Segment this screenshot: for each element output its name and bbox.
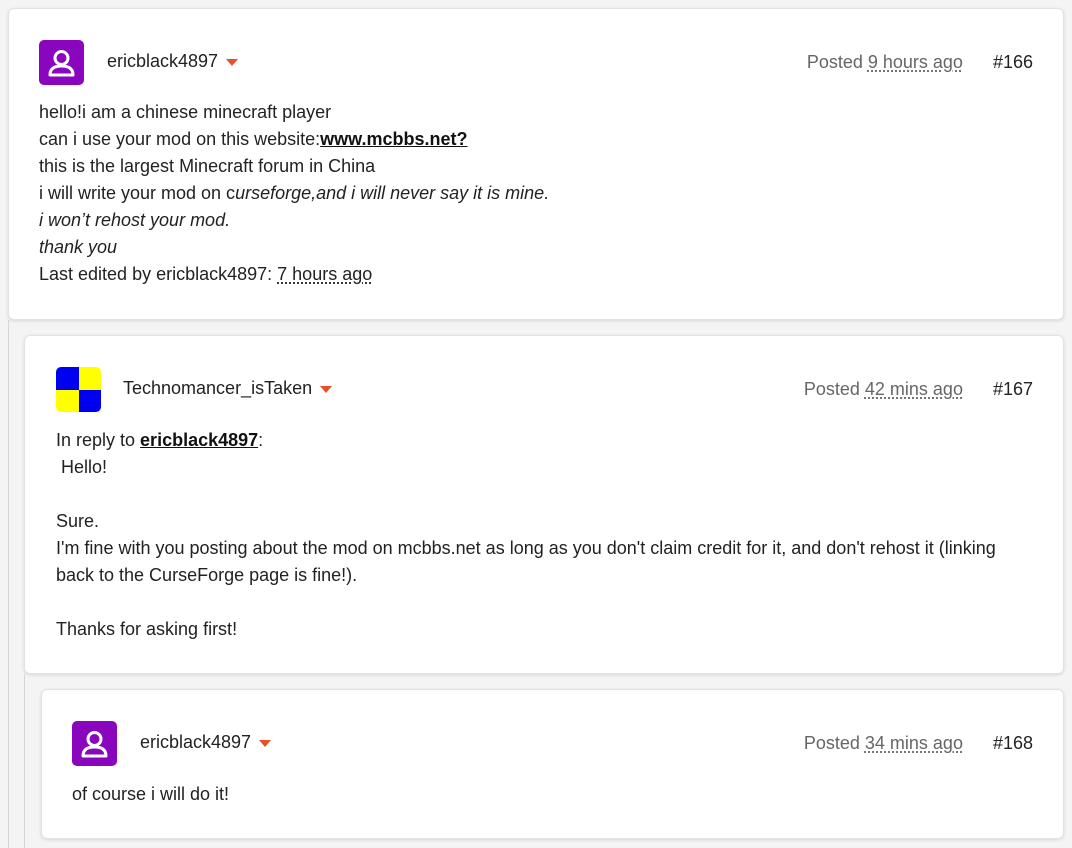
body-line: back to the CurseForge page is fine!).	[56, 565, 358, 585]
posted-ago[interactable]: 42 mins ago	[865, 379, 963, 399]
user-avatar-icon[interactable]	[39, 40, 84, 85]
avatar-quadrant	[78, 389, 101, 412]
posted-time: Posted 9 hours ago	[807, 52, 963, 73]
body-line: this is the largest Minecraft forum in C…	[39, 156, 376, 176]
caret-down-icon[interactable]	[226, 59, 239, 66]
avatar-quadrant	[78, 367, 101, 390]
user-avatar-icon[interactable]	[56, 367, 101, 412]
reply-reference: In reply to ericblack4897:	[56, 427, 1046, 454]
body-line: hello!i am a chinese minecraft player	[39, 102, 332, 122]
posted-ago[interactable]: 9 hours ago	[868, 52, 963, 72]
edited-ago[interactable]: 7 hours ago	[277, 264, 372, 284]
posted-label: Posted	[806, 52, 863, 72]
body-line: i will write your mod on curseforge,and …	[39, 180, 549, 207]
mcbbs-link[interactable]: www.mcbbs.net?	[320, 129, 467, 149]
caret-down-icon[interactable]	[259, 740, 272, 747]
post-meta: Posted 34 mins ago #168	[804, 733, 1033, 754]
post-meta: Posted 9 hours ago #166	[807, 52, 1033, 73]
body-line: I'm fine with you posting about the mod …	[56, 538, 996, 558]
edited-prefix: Last edited by ericblack4897:	[39, 264, 278, 284]
post-meta: Posted 42 mins ago #167	[804, 379, 1033, 400]
post-body: In reply to ericblack4897: Hello! Sure. …	[56, 427, 1046, 643]
posted-ago[interactable]: 34 mins ago	[865, 733, 963, 753]
reply-prefix: In reply to	[56, 430, 141, 450]
body-line: Sure.	[56, 511, 100, 531]
comment-167: Technomancer_isTaken Posted 42 mins ago …	[24, 335, 1064, 674]
comment-166: ericblack4897 Posted 9 hours ago #166 he…	[8, 8, 1064, 320]
posted-time: Posted 42 mins ago	[804, 379, 963, 400]
body-line: Hello!	[56, 457, 108, 477]
post-number-link[interactable]: #168	[993, 733, 1033, 754]
thread-line-nested	[24, 674, 25, 848]
post-number-link[interactable]: #167	[993, 379, 1033, 400]
body-text: i will write your mod on c	[39, 183, 236, 203]
posted-time: Posted 34 mins ago	[804, 733, 963, 754]
user-avatar-icon[interactable]	[72, 721, 117, 766]
caret-down-icon[interactable]	[320, 386, 333, 393]
reply-colon: :	[258, 430, 264, 450]
reply-user-link[interactable]: ericblack4897	[140, 430, 258, 450]
comment-168: ericblack4897 Posted 34 mins ago #168 of…	[41, 689, 1064, 839]
username-text[interactable]: Technomancer_isTaken	[123, 378, 312, 399]
body-text-italic: urseforge,and i will never say it is min…	[235, 183, 550, 203]
username-link[interactable]: ericblack4897	[107, 51, 239, 72]
body-line: of course i will do it!	[72, 784, 230, 804]
body-line: i won’t rehost your mod.	[39, 210, 231, 230]
body-text: can i use your mod on this website:	[39, 129, 321, 149]
username-link[interactable]: ericblack4897	[140, 732, 272, 753]
comment-thread: ericblack4897 Posted 9 hours ago #166 he…	[0, 0, 1072, 848]
avatar-quadrant	[56, 367, 79, 390]
body-line: Thanks for asking first!	[56, 619, 238, 639]
username-text[interactable]: ericblack4897	[107, 51, 218, 72]
avatar-quadrant	[56, 389, 79, 412]
post-number-link[interactable]: #166	[993, 52, 1033, 73]
post-body: hello!i am a chinese minecraft player ca…	[39, 99, 549, 288]
posted-label: Posted	[803, 379, 860, 399]
edited-note: Last edited by ericblack4897: 7 hours ag…	[39, 261, 549, 288]
post-body: of course i will do it!	[72, 781, 229, 808]
username-link[interactable]: Technomancer_isTaken	[123, 378, 333, 399]
body-line: thank you	[39, 237, 118, 257]
body-line: can i use your mod on this website:www.m…	[39, 126, 549, 153]
posted-label: Posted	[803, 733, 860, 753]
username-text[interactable]: ericblack4897	[140, 732, 251, 753]
thread-line	[8, 320, 9, 848]
